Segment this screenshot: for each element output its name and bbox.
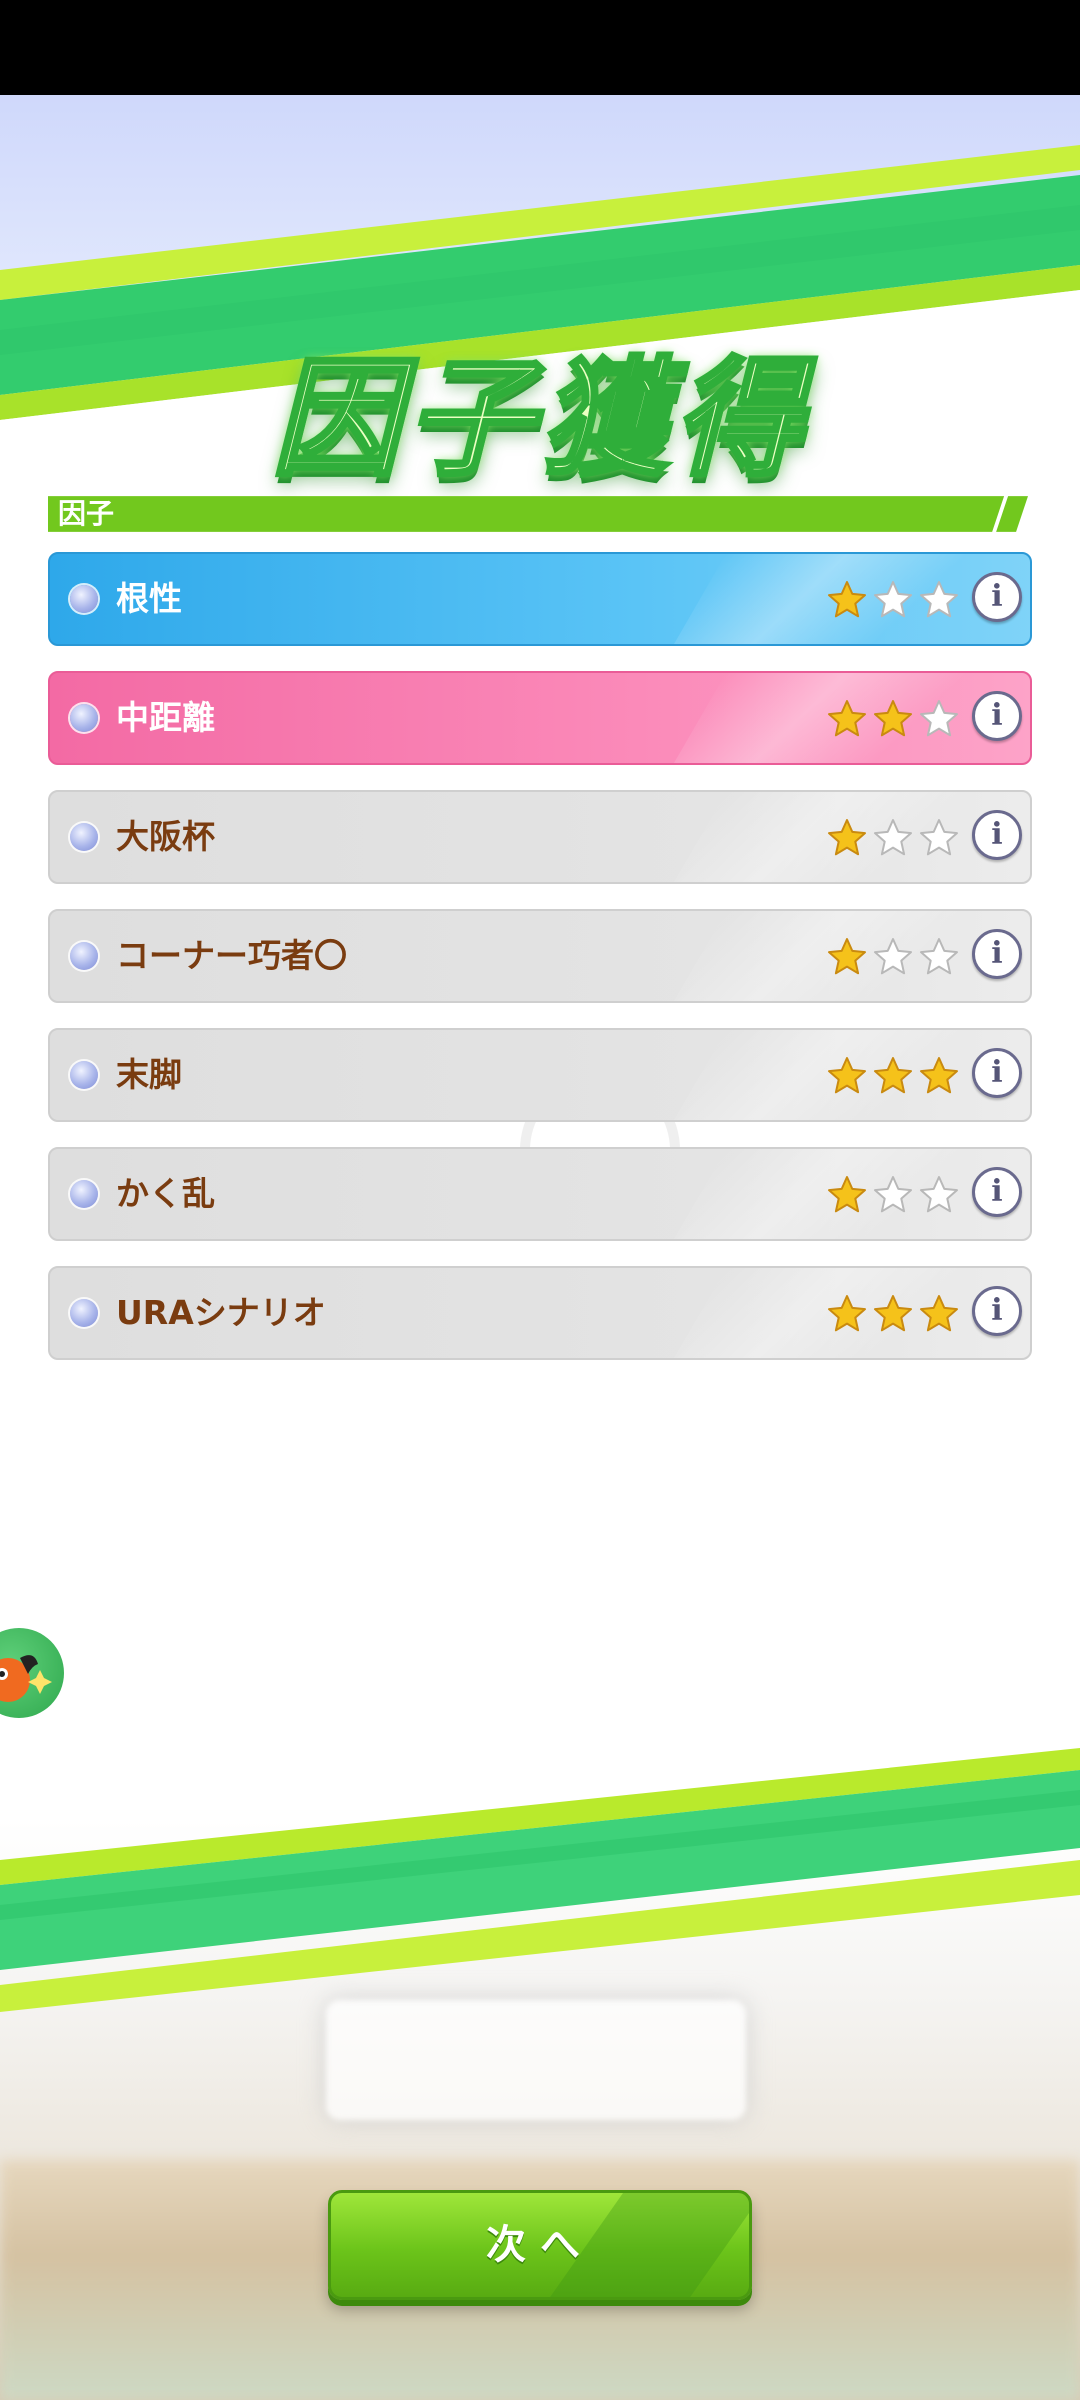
mascot-icon	[0, 1655, 52, 1702]
bullet-icon	[70, 585, 98, 613]
bullet-icon	[70, 1061, 98, 1089]
factor-row[interactable]: URAシナリオ i	[48, 1266, 1032, 1360]
factor-row[interactable]: 大阪杯 i	[48, 790, 1032, 884]
star-filled-icon	[874, 700, 912, 737]
bottom-stripes	[0, 1748, 1080, 2012]
factor-name: コーナー巧者〇	[116, 936, 347, 975]
info-icon[interactable]: i	[972, 1048, 1022, 1098]
page-title: 因子獲得	[270, 343, 808, 496]
factor-name: 中距離	[116, 698, 215, 737]
star-empty-icon	[874, 819, 912, 856]
star-empty-icon	[874, 1176, 912, 1213]
star-filled-icon	[828, 938, 866, 975]
star-rating	[826, 579, 960, 621]
star-empty-icon	[920, 581, 958, 618]
star-empty-icon	[874, 581, 912, 618]
star-filled-icon	[874, 1295, 912, 1332]
bullet-icon	[70, 942, 98, 970]
bullet-icon	[70, 823, 98, 851]
star-filled-icon	[828, 1176, 866, 1213]
star-empty-icon	[920, 1176, 958, 1213]
info-icon[interactable]: i	[972, 929, 1022, 979]
star-rating	[826, 1055, 960, 1097]
star-empty-icon	[874, 938, 912, 975]
star-filled-icon	[920, 1057, 958, 1094]
factor-row[interactable]: 根性 i	[48, 552, 1032, 646]
star-rating	[826, 1293, 960, 1335]
star-rating	[826, 817, 960, 859]
next-button[interactable]: 次へ	[328, 2190, 752, 2300]
star-rating	[826, 1174, 960, 1216]
info-icon[interactable]: i	[972, 572, 1022, 622]
factor-name: 大阪杯	[116, 817, 215, 856]
info-icon[interactable]: i	[972, 691, 1022, 741]
bullet-icon	[70, 1180, 98, 1208]
star-filled-icon	[828, 700, 866, 737]
factor-row[interactable]: 末脚 i	[48, 1028, 1032, 1122]
star-empty-icon	[920, 938, 958, 975]
factor-name: かく乱	[116, 1174, 215, 1213]
next-button-label: 次へ	[486, 2222, 594, 2268]
star-filled-icon	[828, 1057, 866, 1094]
factor-list: 根性 i 中距離 i 大阪杯 i コーナー巧者〇 i 末脚 i かく乱 i URAシナリオ i	[48, 552, 1032, 1385]
mascot-avatar[interactable]	[0, 1628, 64, 1718]
info-icon[interactable]: i	[972, 810, 1022, 860]
bullet-icon	[70, 704, 98, 732]
star-empty-icon	[920, 700, 958, 737]
star-filled-icon	[828, 581, 866, 618]
section-header-label: 因子	[58, 497, 115, 530]
star-filled-icon	[828, 1295, 866, 1332]
factor-row[interactable]: 中距離 i	[48, 671, 1032, 765]
star-rating	[826, 936, 960, 978]
factor-name: 末脚	[116, 1055, 182, 1094]
info-icon[interactable]: i	[972, 1286, 1022, 1336]
star-filled-icon	[920, 1295, 958, 1332]
section-header-bar	[48, 496, 1028, 532]
bullet-icon	[70, 1299, 98, 1327]
factor-row[interactable]: かく乱 i	[48, 1147, 1032, 1241]
star-empty-icon	[920, 819, 958, 856]
background-button-blurred	[326, 2000, 746, 2120]
factor-row[interactable]: コーナー巧者〇 i	[48, 909, 1032, 1003]
factor-name: URAシナリオ	[116, 1293, 326, 1332]
star-filled-icon	[828, 819, 866, 856]
factor-name: 根性	[116, 579, 182, 618]
star-rating	[826, 698, 960, 740]
info-icon[interactable]: i	[972, 1167, 1022, 1217]
star-filled-icon	[874, 1057, 912, 1094]
